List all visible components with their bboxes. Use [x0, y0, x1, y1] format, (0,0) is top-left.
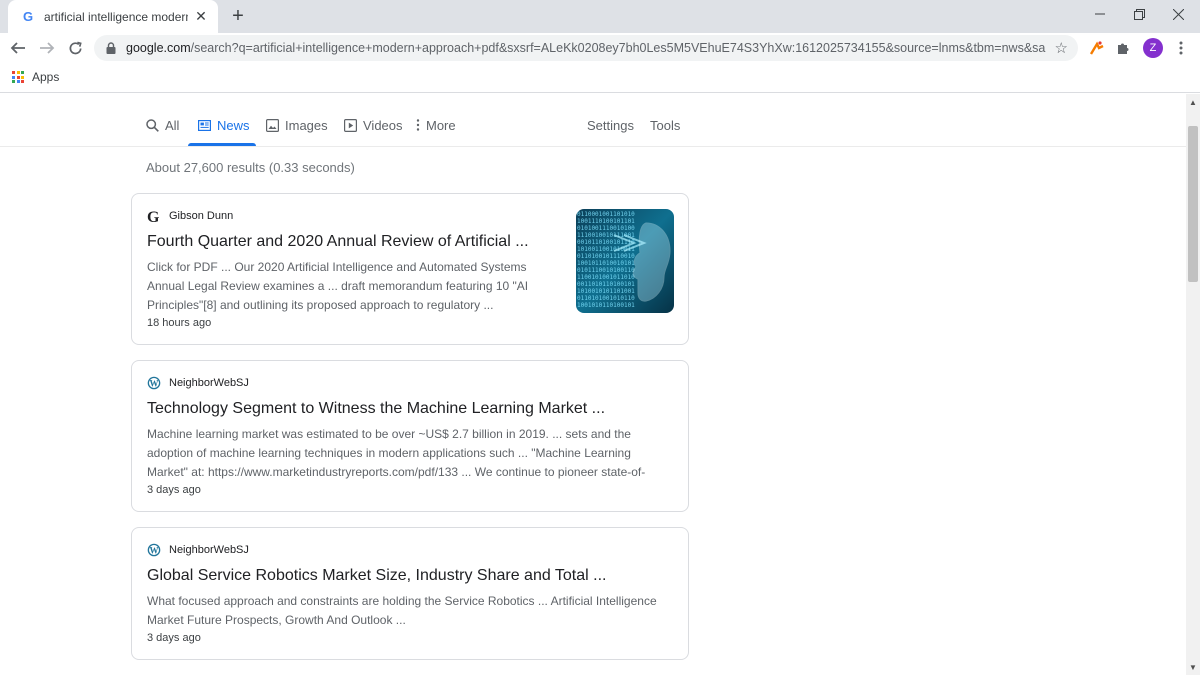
result-source: W NeighborWebSJ — [147, 376, 249, 390]
tab-more-label: More — [426, 117, 456, 133]
svg-text:W: W — [150, 379, 159, 389]
restore-button[interactable] — [1119, 0, 1159, 28]
source-name: NeighborWebSJ — [169, 544, 249, 556]
wordpress-logo-icon: W — [147, 543, 161, 557]
scroll-down-arrow-icon[interactable]: ▼ — [1186, 661, 1200, 673]
snippet-line: Market Future Prospects, Growth And Outl… — [147, 613, 406, 627]
url-text: google.com/search?q=artificial+intellige… — [126, 41, 1046, 55]
result-snippet: Click for PDF ... Our 2020 Artificial In… — [147, 258, 528, 315]
image-icon — [266, 118, 279, 132]
minimize-button[interactable] — [1080, 0, 1120, 28]
snippet-line: adoption of machine learning techniques … — [147, 446, 631, 460]
result-source: G Gibson Dunn — [147, 209, 233, 223]
address-bar[interactable]: google.com/search?q=artificial+intellige… — [94, 35, 1078, 61]
tab-more[interactable]: More — [416, 116, 456, 134]
tab-title: artificial intelligence modern app — [44, 9, 188, 24]
svg-text:0110001001101010: 0110001001101010 — [577, 211, 635, 218]
apps-bookmark[interactable]: Apps — [12, 70, 59, 84]
search-icon — [146, 118, 159, 132]
snippet-line: Market" at: https://www.marketindustryre… — [147, 465, 646, 479]
svg-text:1001010110100101: 1001010110100101 — [577, 302, 635, 309]
svg-text:0011010110100101: 0011010110100101 — [577, 281, 635, 288]
browser-toolbar: google.com/search?q=artificial+intellige… — [0, 33, 1200, 63]
menu-kebab-icon[interactable] — [1171, 38, 1191, 58]
play-icon — [344, 118, 357, 132]
bookmarks-bar: Apps — [0, 63, 1200, 93]
forward-button[interactable] — [35, 36, 59, 60]
source-name: Gibson Dunn — [169, 210, 234, 222]
snippet-line: Annual Legal Review examines a ... draft… — [147, 279, 529, 293]
tab-all-label: All — [165, 117, 180, 133]
apps-grid-icon — [12, 71, 24, 83]
result-time: 3 days ago — [147, 484, 201, 496]
puzzle-extensions-icon[interactable] — [1114, 38, 1134, 58]
close-tab-icon[interactable]: ✕ — [192, 8, 210, 26]
active-tab-indicator — [188, 143, 256, 146]
result-source: W NeighborWebSJ — [147, 543, 249, 557]
svg-text:0101001110010100: 0101001110010100 — [577, 225, 635, 232]
news-result-card[interactable]: W NeighborWebSJ Technology Segment to Wi… — [131, 360, 689, 512]
result-title[interactable]: Technology Segment to Witness the Machin… — [147, 400, 605, 418]
new-tab-button[interactable]: + — [226, 4, 250, 28]
search-results-page: All News Images Videos More Settings Too… — [0, 94, 1186, 675]
scroll-up-arrow-icon[interactable]: ▲ — [1186, 96, 1200, 108]
result-thumbnail[interactable]: 0110001001101010 1001110100101101 010100… — [576, 209, 674, 313]
result-title[interactable]: Global Service Robotics Market Size, Ind… — [147, 567, 606, 585]
svg-text:0110100101110010: 0110100101110010 — [577, 253, 635, 260]
svg-text:W: W — [150, 546, 159, 556]
tools-link[interactable]: Tools — [650, 116, 680, 134]
reload-button[interactable] — [63, 36, 87, 60]
gibson-dunn-logo-icon: G — [147, 209, 161, 223]
lock-icon[interactable] — [104, 41, 118, 55]
browser-tab[interactable]: G artificial intelligence modern app ✕ — [8, 0, 218, 33]
source-name: NeighborWebSJ — [169, 377, 249, 389]
snippet-line: Click for PDF ... Our 2020 Artificial In… — [147, 260, 527, 274]
svg-text:G: G — [147, 209, 160, 223]
url-path: /search?q=artificial+intelligence+modern… — [190, 41, 1046, 55]
result-time: 18 hours ago — [147, 317, 212, 329]
svg-text:1001110100101101: 1001110100101101 — [577, 218, 635, 225]
result-title[interactable]: Fourth Quarter and 2020 Annual Review of… — [147, 233, 529, 251]
news-result-card[interactable]: G Gibson Dunn Fourth Quarter and 2020 An… — [131, 193, 689, 345]
result-snippet: What focused approach and constraints ar… — [147, 592, 657, 630]
result-stats: About 27,600 results (0.33 seconds) — [146, 160, 355, 175]
tab-news-label: News — [217, 117, 250, 133]
svg-text:0101110010100110: 0101110010100110 — [577, 267, 635, 274]
snippet-line: What focused approach and constraints ar… — [147, 594, 657, 608]
more-vertical-icon — [416, 119, 420, 131]
svg-text:0110101001010110: 0110101001010110 — [577, 295, 635, 302]
svg-text:1010010101101001: 1010010101101001 — [577, 288, 635, 295]
bookmark-star-icon[interactable]: ☆ — [1055, 39, 1068, 57]
tab-strip: G artificial intelligence modern app ✕ + — [0, 0, 1200, 33]
back-button[interactable] — [6, 36, 30, 60]
scroll-thumb[interactable] — [1188, 126, 1198, 282]
apps-label: Apps — [32, 70, 60, 84]
url-host: google.com — [126, 41, 191, 55]
snippet-line: Principles"[8] and outlining its propose… — [147, 298, 494, 312]
tab-news[interactable]: News — [198, 116, 250, 134]
wordpress-logo-icon: W — [147, 376, 161, 390]
svg-text:1100101001011010: 1100101001011010 — [577, 274, 635, 281]
news-result-card[interactable]: W NeighborWebSJ Global Service Robotics … — [131, 527, 689, 660]
svg-text:1001011010010101: 1001011010010101 — [577, 260, 635, 267]
google-favicon-icon: G — [22, 9, 34, 24]
result-snippet: Machine learning market was estimated to… — [147, 425, 645, 482]
tab-videos[interactable]: Videos — [344, 116, 403, 134]
search-type-nav: All News Images Videos More Settings Too… — [0, 94, 1186, 147]
close-window-button[interactable] — [1158, 0, 1198, 28]
result-time: 3 days ago — [147, 632, 201, 644]
settings-link[interactable]: Settings — [587, 116, 634, 134]
tab-videos-label: Videos — [363, 117, 403, 133]
profile-avatar[interactable]: Z — [1143, 38, 1163, 58]
snippet-line: Machine learning market was estimated to… — [147, 427, 631, 441]
tab-images[interactable]: Images — [266, 116, 328, 134]
extension-icon[interactable] — [1087, 38, 1107, 58]
tab-all[interactable]: All — [146, 116, 179, 134]
tab-images-label: Images — [285, 117, 328, 133]
page-scrollbar[interactable]: ▲ ▼ — [1186, 94, 1200, 675]
news-icon — [198, 119, 211, 131]
